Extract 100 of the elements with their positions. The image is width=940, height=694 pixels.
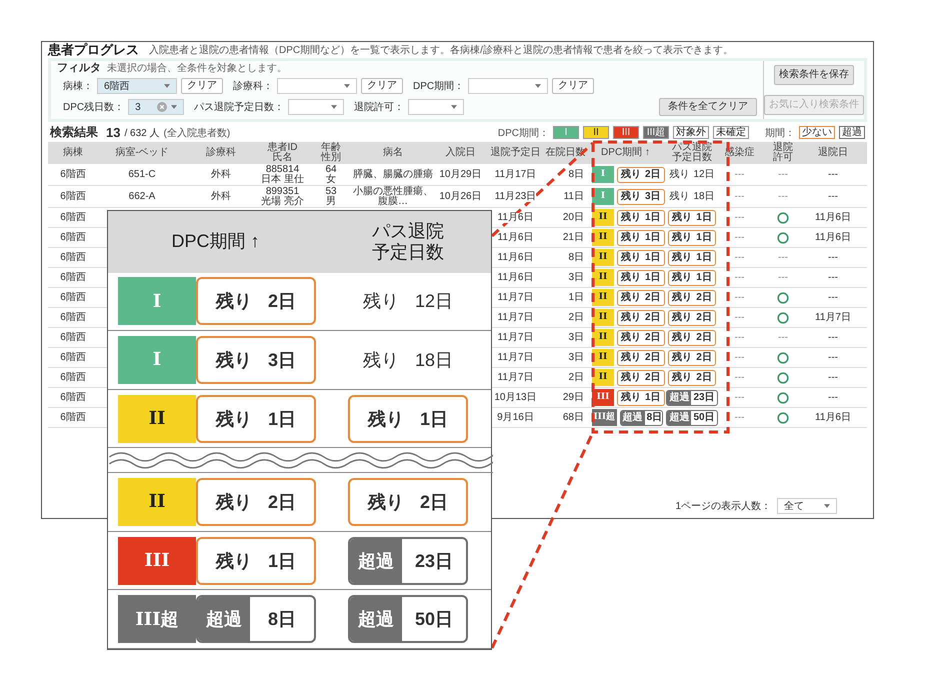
dropdown-field[interactable] [277, 78, 357, 94]
remaining-days-badge: 残り 1日 [617, 210, 665, 226]
dpc-period-badge: II [592, 329, 614, 346]
table-cell: 膵臓、腸臓の腫瘍 [353, 170, 433, 180]
table-cell: 8日 [568, 170, 584, 180]
clear-all-button[interactable]: 条件を全てクリア [659, 98, 757, 116]
table-cell: 6階西 [60, 272, 86, 282]
table-cell: --- [734, 372, 744, 382]
save-search-button[interactable]: 検索条件を保存 [774, 65, 854, 85]
table-cell: 6階西 [60, 212, 86, 222]
column-header: パス退院予定日数 [372, 221, 444, 262]
caret-icon [824, 504, 830, 508]
column-header[interactable]: 病棟 [63, 148, 83, 158]
remaining-days-badge: 残り 2日 [668, 350, 716, 366]
dpc-period-badge: III [592, 389, 614, 406]
field-label: 診療科： [233, 80, 273, 93]
field-label: パス退院予定日数： [194, 100, 284, 114]
clear-button[interactable]: クリア [552, 78, 594, 94]
table-cell: --- [734, 252, 744, 262]
patient-age: 64 [325, 164, 337, 174]
table-cell: --- [778, 332, 788, 342]
table-cell: 2日 [568, 312, 584, 322]
table-cell: 11月7日 [498, 332, 534, 342]
remaining-days-badge: 残り 1日 [617, 390, 665, 406]
caret-icon [344, 84, 350, 88]
column-header[interactable]: 年齢性別 [320, 142, 342, 164]
legend-chip: 対象外 [673, 126, 709, 139]
table-cell: --- [734, 272, 744, 282]
column-header[interactable]: 患者ID 氏名 [268, 142, 298, 164]
table-cell: --- [778, 272, 788, 282]
dropdown-field[interactable] [408, 99, 464, 115]
column-header[interactable]: 退院許可 [772, 142, 794, 164]
patient-sex: 女 [326, 174, 336, 184]
remaining-days-text: 残り 18日 [362, 348, 454, 372]
field-label: 退院許可： [354, 100, 404, 114]
table-cell: 10月29日 [439, 170, 482, 180]
clear-icon[interactable] [157, 102, 168, 112]
table-cell: --- [828, 272, 838, 282]
legend-chip: III [613, 126, 639, 139]
column-header[interactable]: 入院日 [446, 148, 476, 158]
dpc-period-badge: I [118, 336, 196, 384]
clear-button[interactable]: クリア [361, 78, 403, 94]
table-cell: 11月6日 [498, 272, 534, 282]
column-header[interactable]: 病室-ベッド [115, 148, 169, 158]
patient-id: 885814 [266, 164, 300, 174]
dpc-period-badge: II [592, 209, 614, 226]
table-cell: 10月26日 [439, 192, 482, 202]
remaining-days-badge: 残り 2日 [668, 330, 716, 346]
patient-age: 53 [325, 186, 337, 196]
remaining-days-badge: 残り 1日 [668, 230, 716, 246]
table-cell: 11月17日 [494, 170, 536, 180]
legend-chip: 少ない [799, 126, 835, 139]
legend-chip: 未確定 [713, 126, 749, 139]
overdue-days-badge: 超過 50日 [666, 410, 718, 426]
legend-chip: III超 [643, 126, 669, 139]
table-cell: 651-C [128, 170, 156, 180]
table-cell: 2日 [568, 372, 584, 382]
table-cell: --- [778, 252, 788, 262]
table-cell: --- [828, 392, 838, 402]
table-cell: --- [734, 312, 744, 322]
dpc-period-badge: III超 [118, 595, 196, 644]
patient-sex: 男 [326, 196, 336, 206]
table-cell: --- [828, 372, 838, 382]
table-cell: --- [828, 170, 838, 180]
overdue-days-badge: 超過 8日 [620, 410, 663, 426]
table-cell: 外科 [211, 192, 231, 202]
remaining-days-badge: 残り 2日 [348, 478, 468, 526]
table-cell: --- [778, 192, 788, 202]
page-size-label: 1ページの表示人数： [675, 500, 771, 513]
table-cell: 6階西 [60, 192, 86, 202]
dpc-period-badge: II [592, 249, 614, 266]
caret-icon [164, 84, 170, 88]
dropdown-field[interactable]: 6階西 [97, 78, 177, 94]
legend-chip: II [583, 126, 609, 139]
table-cell: 6階西 [60, 232, 86, 242]
table-cell: 8日 [568, 252, 584, 262]
column-header[interactable]: 診療科 [206, 148, 236, 158]
dpc-period-badge: II [118, 478, 196, 526]
remaining-days-badge: 残り 1日 [196, 536, 316, 585]
page-size-dropdown[interactable]: 全て [777, 498, 837, 514]
table-cell: 68日 [562, 412, 584, 422]
dropdown-field[interactable] [468, 78, 548, 94]
column-header[interactable]: DPC期間 ↑ [601, 148, 650, 158]
dropdown-field[interactable]: 3 [128, 99, 184, 115]
table-cell: --- [734, 412, 744, 422]
column-header[interactable]: 病名 [383, 148, 403, 158]
table-cell: --- [734, 332, 744, 342]
table-cell: 6階西 [60, 412, 86, 422]
clear-button[interactable]: クリア [181, 78, 223, 94]
remaining-days-badge: 残り 2日 [668, 370, 716, 386]
column-header[interactable]: 退院日 [818, 148, 848, 158]
column-header[interactable]: 退院予定日 [490, 148, 540, 158]
remaining-days-badge: 残り 2日 [617, 330, 665, 346]
overdue-days-badge: 超過 23日 [348, 536, 468, 585]
dropdown-field[interactable] [288, 99, 344, 115]
table-cell: 11月7日 [498, 372, 534, 382]
table-cell: 6階西 [60, 372, 86, 382]
table-cell: 11月7日 [815, 312, 851, 322]
table-cell: 1日 [568, 292, 584, 302]
dpc-period-badge: I [592, 188, 614, 205]
